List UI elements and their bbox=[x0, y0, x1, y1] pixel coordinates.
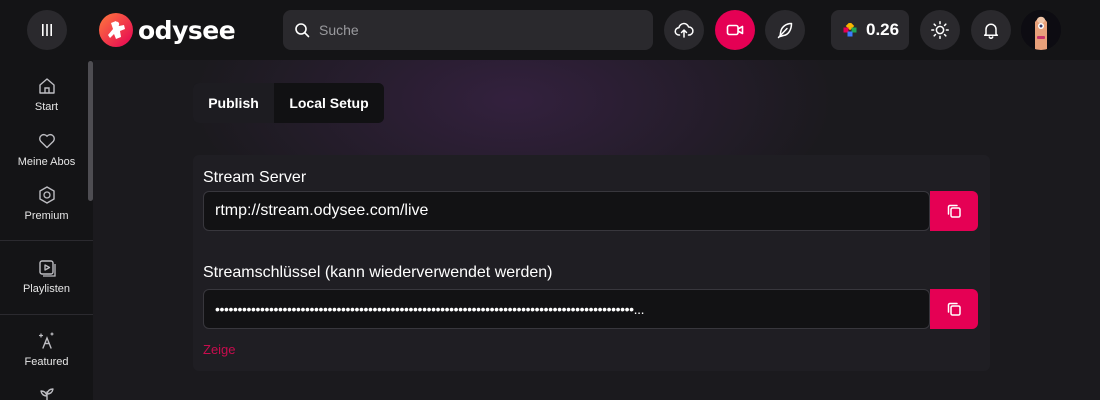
heart-icon bbox=[38, 133, 55, 149]
premium-icon bbox=[38, 186, 55, 204]
sidebar-item-start[interactable]: Start bbox=[0, 76, 93, 113]
stream-server-label: Stream Server bbox=[203, 169, 307, 186]
playlist-icon bbox=[38, 260, 56, 277]
menu-button[interactable] bbox=[27, 10, 67, 50]
logo-text: odysee bbox=[138, 15, 236, 45]
featured-icon bbox=[38, 332, 54, 349]
sidebar-item-label: Meine Abos bbox=[17, 156, 76, 168]
sidebar-item-plant[interactable] bbox=[0, 384, 93, 400]
sidebar-divider bbox=[0, 240, 93, 241]
sidebar-item-label: Playlisten bbox=[22, 283, 71, 295]
search-icon bbox=[295, 23, 310, 38]
livestream-setup-card bbox=[193, 155, 990, 371]
sidebar-item-label: Premium bbox=[24, 210, 69, 222]
sidebar-divider bbox=[0, 314, 93, 315]
post-button[interactable] bbox=[765, 10, 805, 50]
stream-server-field[interactable]: rtmp://stream.odysee.com/live bbox=[203, 191, 930, 231]
plant-icon bbox=[39, 388, 54, 400]
notifications-button[interactable] bbox=[971, 10, 1011, 50]
video-camera-icon bbox=[726, 24, 744, 36]
sun-icon bbox=[931, 21, 949, 39]
show-stream-key-link[interactable]: Zeige bbox=[203, 342, 236, 357]
sidebar-item-meine-abos[interactable]: Meine Abos bbox=[0, 131, 93, 168]
sidebar-item-premium[interactable]: Premium bbox=[0, 185, 93, 222]
publish-tabs: Publish Local Setup bbox=[193, 83, 384, 123]
stream-key-field[interactable]: ••••••••••••••••••••••••••••••••••••••••… bbox=[203, 289, 930, 329]
sidebar-item-featured[interactable]: Featured bbox=[0, 331, 93, 368]
upload-button[interactable] bbox=[664, 10, 704, 50]
bell-icon bbox=[983, 23, 999, 39]
tab-local-setup[interactable]: Local Setup bbox=[274, 83, 384, 123]
sidebar-item-label: Start bbox=[34, 101, 59, 113]
copy-icon bbox=[947, 302, 961, 316]
search-input[interactable] bbox=[319, 22, 639, 38]
cloud-upload-icon bbox=[674, 22, 694, 38]
copy-stream-key-button[interactable] bbox=[930, 289, 978, 329]
odysee-logo[interactable]: odysee bbox=[98, 12, 236, 48]
tab-publish[interactable]: Publish bbox=[193, 83, 274, 123]
feather-icon bbox=[777, 22, 793, 39]
odysee-logo-icon bbox=[99, 13, 133, 47]
user-avatar[interactable] bbox=[1021, 10, 1061, 50]
copy-icon bbox=[947, 204, 961, 218]
avatar-image bbox=[1021, 10, 1061, 50]
menu-icon bbox=[42, 24, 52, 36]
sidebar-item-playlisten[interactable]: Playlisten bbox=[0, 258, 93, 295]
search-bar[interactable] bbox=[283, 10, 653, 50]
home-icon bbox=[38, 78, 55, 94]
copy-stream-server-button[interactable] bbox=[930, 191, 978, 231]
stream-key-label: Streamschlüssel (kann wiederverwendet we… bbox=[203, 264, 553, 281]
top-header: odysee 0.26 bbox=[0, 0, 1100, 60]
sidebar-item-label: Featured bbox=[24, 356, 69, 368]
go-live-button[interactable] bbox=[715, 10, 755, 50]
credits-value: 0.26 bbox=[866, 20, 900, 39]
theme-toggle-button[interactable] bbox=[920, 10, 960, 50]
credits-icon bbox=[843, 23, 857, 37]
credits-balance[interactable]: 0.26 bbox=[831, 10, 909, 50]
